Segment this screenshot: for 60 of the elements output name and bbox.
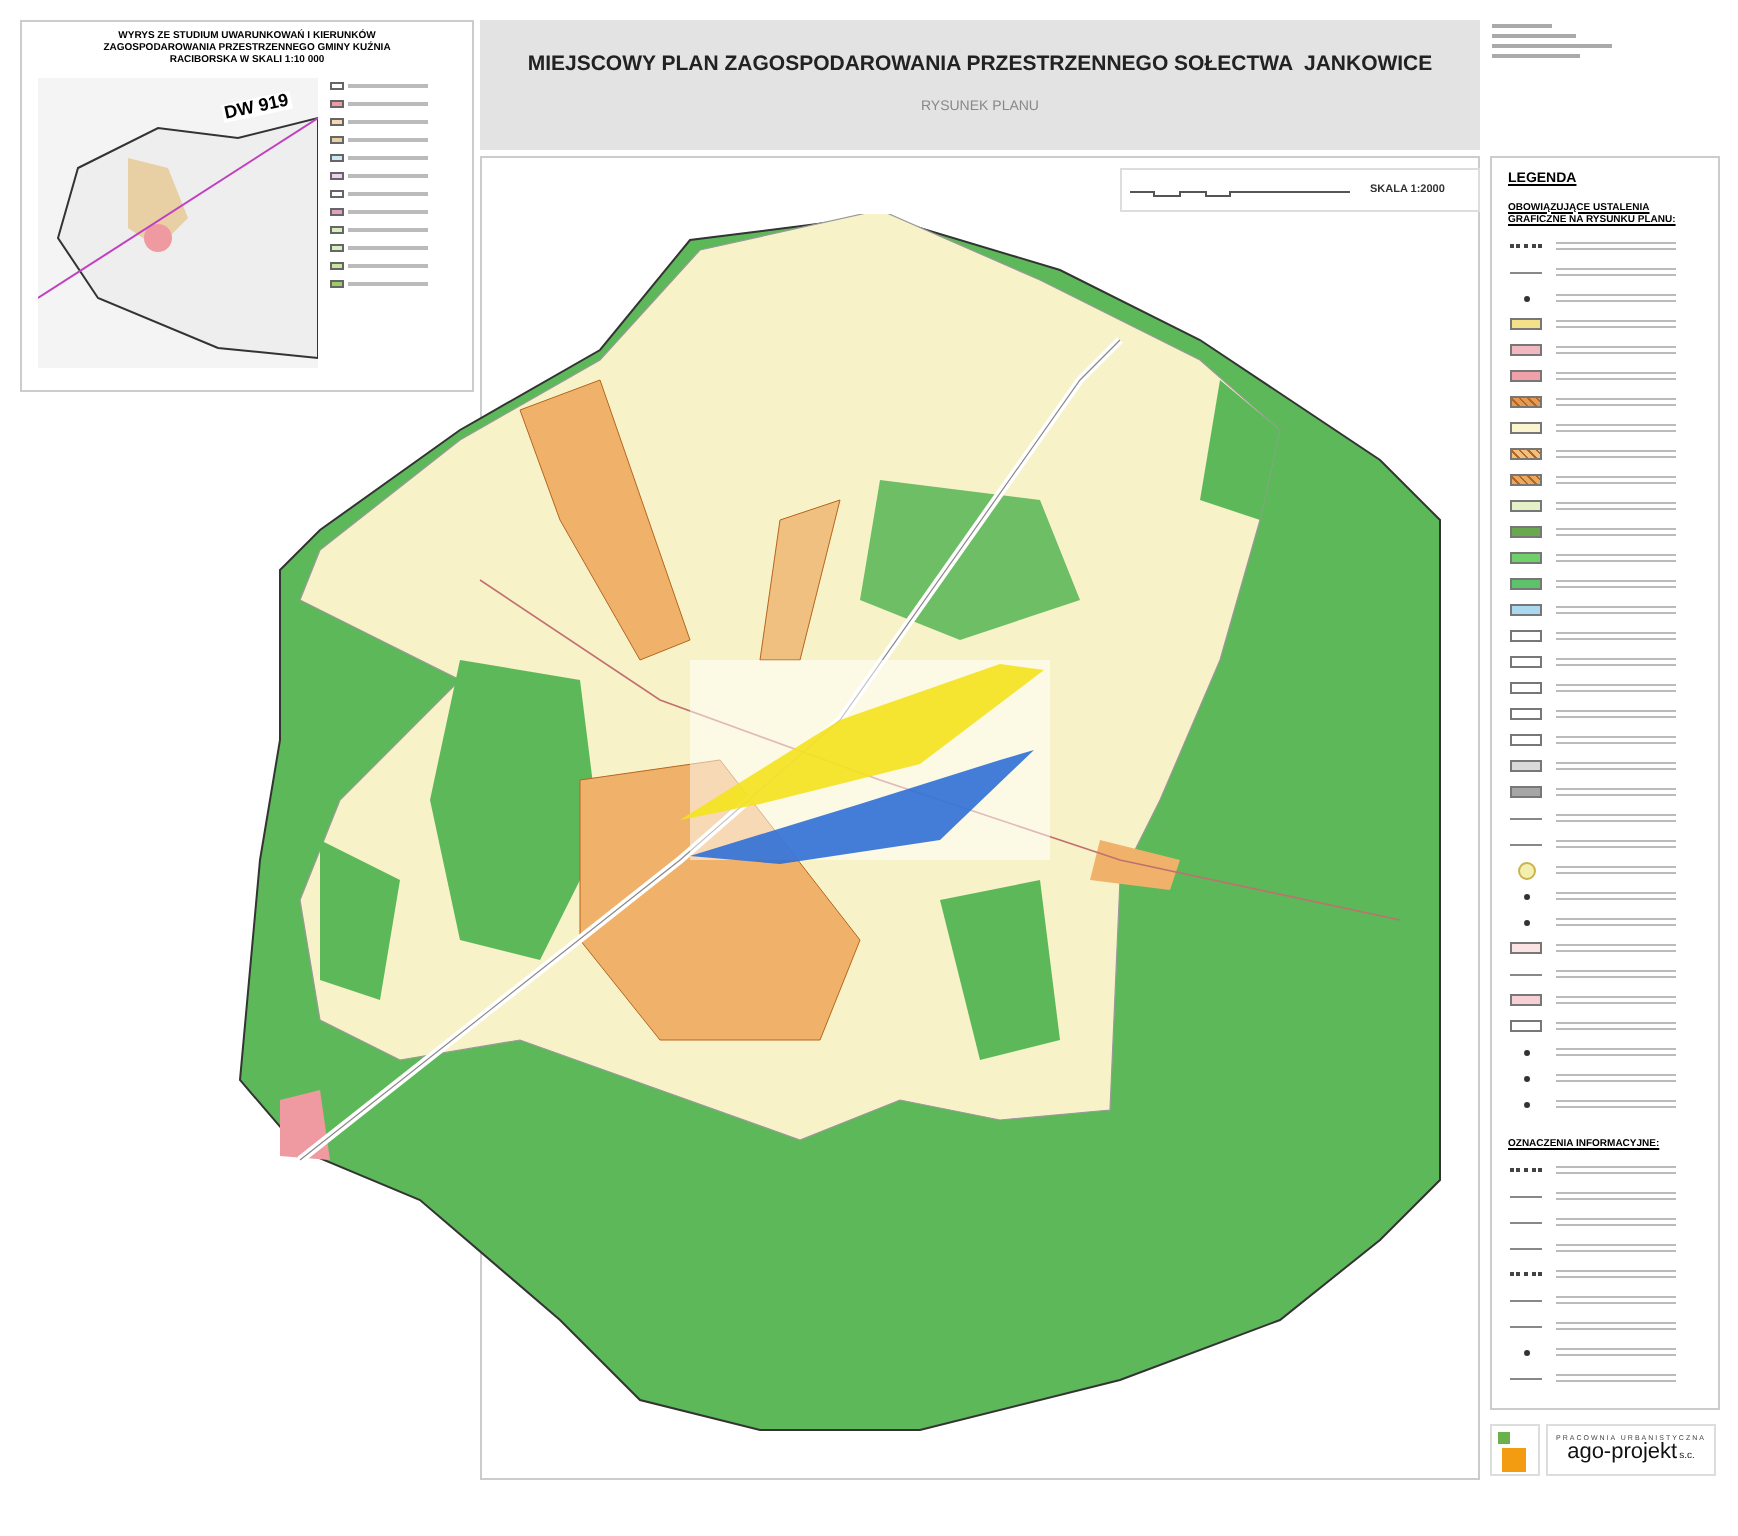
legend-description-drawing	[1556, 398, 1676, 406]
legend-description-drawing	[1556, 1348, 1676, 1356]
legend-description-drawing	[1556, 710, 1676, 718]
legend-description-drawing	[1556, 1100, 1676, 1108]
legend-line-icon	[1510, 843, 1542, 845]
legend-description-drawing	[1556, 632, 1676, 640]
legend-description-drawing	[1556, 1296, 1676, 1304]
legend-dotted-line-icon	[1510, 244, 1542, 248]
legend-description-drawing	[1556, 970, 1676, 978]
legend-description-drawing	[1556, 814, 1676, 822]
legend-description-drawing	[1556, 1192, 1676, 1200]
legend-description-drawing	[1556, 1022, 1676, 1030]
legend-line-icon	[1510, 1247, 1542, 1249]
legend-description-drawing	[1556, 372, 1676, 380]
legend-description-drawing	[1556, 502, 1676, 510]
legend-description-drawing	[1556, 580, 1676, 588]
legend-description-drawing	[1556, 528, 1676, 536]
legend-line-icon	[1510, 817, 1542, 819]
legend-description-drawing	[1556, 840, 1676, 848]
plan-title: MIEJSCOWY PLAN ZAGOSPODAROWANIA PRZESTRZENNEGO SOŁECTWA JANKOWICE	[527, 50, 1433, 81]
legend-description-drawing	[1556, 268, 1676, 276]
legend-description-drawing	[1556, 1374, 1676, 1382]
legend-description-drawing	[1556, 346, 1676, 354]
legend-description-drawing	[1556, 1048, 1676, 1056]
legend-line-icon	[1510, 1221, 1542, 1223]
legend-description-drawing	[1556, 918, 1676, 926]
legend-dotted-line-icon	[1510, 1272, 1542, 1276]
legend-description-drawing	[1556, 1322, 1676, 1330]
legend-description-drawing	[1556, 658, 1676, 666]
legend-description-drawing	[1556, 1166, 1676, 1174]
legend-description-drawing	[1556, 684, 1676, 692]
legend-description-drawing	[1556, 450, 1676, 458]
legend-line-icon	[1510, 1299, 1542, 1301]
legend-line-icon	[1510, 1195, 1542, 1197]
legend-description-drawing	[1556, 944, 1676, 952]
legend-description-drawing	[1556, 554, 1676, 562]
legend-description-drawing	[1556, 996, 1676, 1004]
legend-description-drawing	[1556, 788, 1676, 796]
firm-name: ago-projekt	[1567, 1442, 1678, 1465]
legend-line-icon	[1510, 271, 1542, 273]
legend-line-icon	[1510, 1377, 1542, 1379]
legend-description-drawing	[1556, 736, 1676, 744]
legend-description-drawing	[1556, 762, 1676, 770]
legend-description-drawing	[1556, 892, 1676, 900]
legend-description-drawing	[1556, 294, 1676, 302]
legend-description-drawing	[1556, 1074, 1676, 1082]
partner-logo-drawing	[1490, 1424, 1540, 1476]
legend-description-drawing	[1556, 320, 1676, 328]
legend-description-drawing	[1556, 866, 1676, 874]
legend-description-drawing	[1556, 242, 1676, 250]
legend-description-drawing	[1556, 606, 1676, 614]
legend-line-icon	[1510, 1325, 1542, 1327]
legend-description-drawing	[1556, 424, 1676, 432]
legend-line-icon	[1510, 973, 1542, 975]
legend-description-drawing	[1556, 1270, 1676, 1278]
legend-dotted-line-icon	[1510, 1168, 1542, 1172]
attachment-note-drawing	[1492, 24, 1612, 58]
legend-description-drawing	[1556, 1244, 1676, 1252]
legend-description-drawing	[1556, 476, 1676, 484]
legend-description-drawing	[1556, 1218, 1676, 1226]
